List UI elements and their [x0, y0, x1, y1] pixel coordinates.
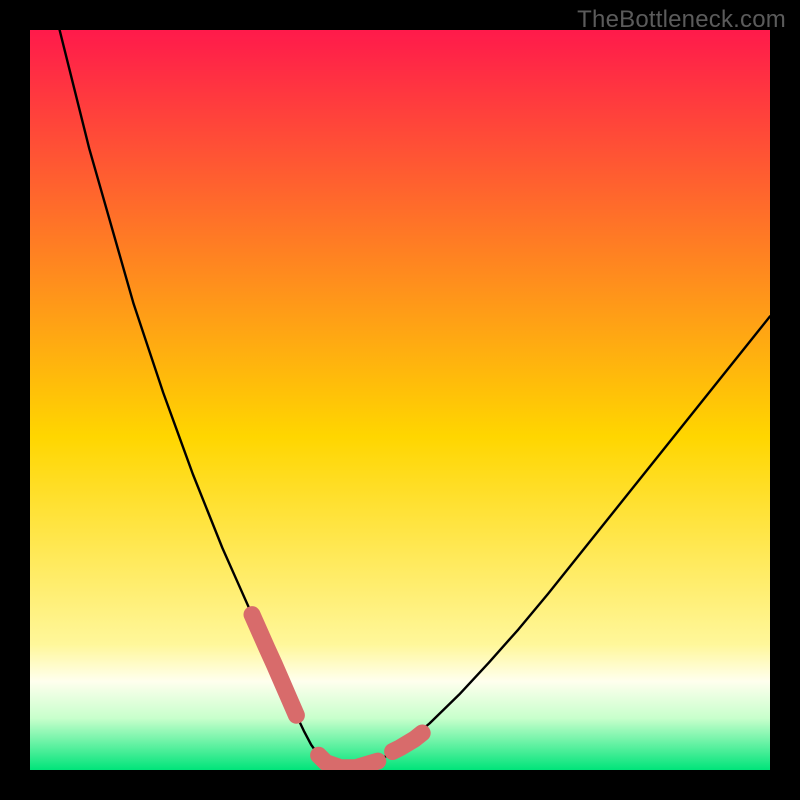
chart-stage: TheBottleneck.com [0, 0, 800, 800]
attribution-label: TheBottleneck.com [577, 6, 786, 34]
gradient-background [30, 30, 770, 770]
bottleneck-chart [30, 30, 770, 770]
